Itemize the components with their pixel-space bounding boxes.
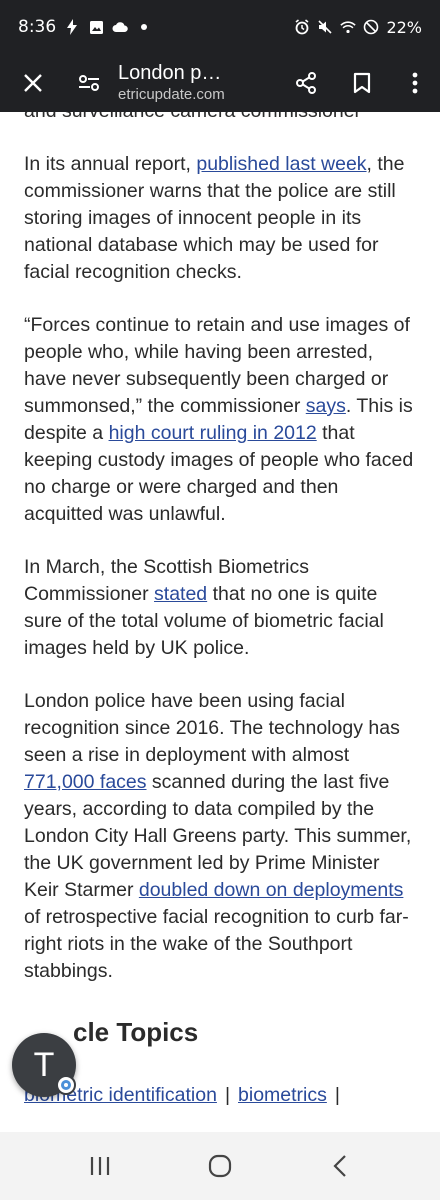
link-doubled-down[interactable]: doubled down on deployments [139,879,404,901]
paragraph-annual-report: In its annual report, published last wee… [24,151,416,286]
bookmark-icon[interactable] [334,54,390,112]
wifi-icon [340,19,357,35]
custom-tab-toolbar: London p… etricupdate.com [0,54,440,112]
partial-text-line: and surveillance camera commissioner off… [24,112,416,125]
topic-separator: | [224,1084,231,1106]
mute-icon [317,19,333,35]
cloud-icon [112,19,128,35]
link-stated[interactable]: stated [154,583,207,605]
browser-badge-icon [56,1075,76,1095]
paragraph-london-police: London police have been using facial rec… [24,688,416,985]
link-771000-faces[interactable]: 771,000 faces [24,771,147,793]
battery-level: 22% [386,17,422,37]
link-high-court-ruling[interactable]: high court ruling in 2012 [109,422,317,444]
p1-text-before: In its annual report, [24,153,197,175]
more-icon[interactable] [390,54,440,112]
flash-icon [64,19,80,35]
article-body[interactable]: and surveillance camera commissioner off… [0,112,440,1132]
close-icon[interactable] [0,54,66,112]
dnd-icon [363,19,379,35]
status-bar: 8:36 22% [0,0,440,54]
image-icon [88,19,104,35]
tune-icon[interactable] [66,54,112,112]
page-title: London p… [118,62,222,84]
alarm-icon [294,19,310,35]
paragraph-forces-quote: “Forces continue to retain and use image… [24,312,416,528]
home-icon[interactable] [190,1136,250,1196]
page-url: etricupdate.com [118,86,225,103]
recent-apps-icon[interactable] [70,1136,130,1196]
link-published-last-week[interactable]: published last week [196,153,366,175]
topics-list: biometric identification | biometrics | [24,1082,416,1109]
paragraph-scottish-commissioner: In March, the Scottish Biometrics Commis… [24,554,416,662]
article-topics-heading: cle Topics [24,1019,416,1046]
page-title-area[interactable]: London p… etricupdate.com [112,61,278,105]
avatar-letter: T [33,1045,55,1084]
link-says[interactable]: says [306,395,346,417]
share-icon[interactable] [278,54,334,112]
system-nav-bar [0,1132,440,1200]
topic-separator: | [334,1084,340,1106]
topic-link-biometrics[interactable]: biometrics [238,1084,327,1106]
status-time: 8:36 [18,17,57,37]
back-icon[interactable] [310,1136,370,1196]
p4-text-after: of retrospective facial recognition to c… [24,906,409,982]
topics-heading-text: cle Topics [73,1017,199,1047]
p4-text-before: London police have been using facial rec… [24,690,400,766]
dot-icon [136,19,152,35]
